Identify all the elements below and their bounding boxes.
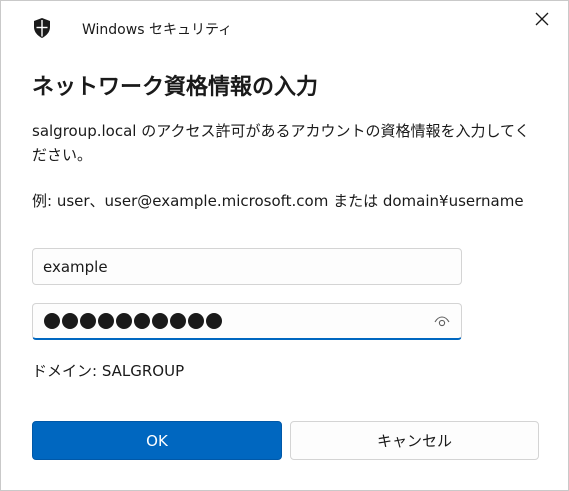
password-mask-dot <box>152 313 168 329</box>
password-mask <box>44 313 222 329</box>
eye-icon <box>434 313 450 332</box>
password-mask-dot <box>80 313 96 329</box>
close-button[interactable] <box>527 7 557 33</box>
reveal-password-button[interactable] <box>433 314 451 330</box>
close-icon <box>535 11 549 30</box>
password-mask-dot <box>188 313 204 329</box>
password-mask-dot <box>44 313 60 329</box>
password-mask-dot <box>62 313 78 329</box>
credential-dialog: Windows セキュリティ ネットワーク資格情報の入力 salgroup.lo… <box>0 0 569 491</box>
username-example-text: 例: user、user@example.microsoft.com または d… <box>32 192 524 210</box>
title-bar: Windows セキュリティ <box>1 1 568 53</box>
password-field[interactable] <box>32 303 462 340</box>
username-value: example <box>43 258 108 276</box>
password-mask-dot <box>98 313 114 329</box>
username-field[interactable]: example <box>32 248 462 285</box>
password-mask-dot <box>134 313 150 329</box>
window-title: Windows セキュリティ <box>82 22 233 38</box>
dialog-description: salgroup.local のアクセス許可があるアカウントの資格情報を入力して… <box>32 122 530 164</box>
password-mask-dot <box>170 313 186 329</box>
password-mask-dot <box>116 313 132 329</box>
cancel-button[interactable]: キャンセル <box>290 421 539 460</box>
ok-button[interactable]: OK <box>32 421 282 460</box>
shield-icon <box>32 17 52 39</box>
password-mask-dot <box>206 313 222 329</box>
dialog-heading: ネットワーク資格情報の入力 <box>32 75 319 100</box>
domain-label: ドメイン: SALGROUP <box>32 362 185 380</box>
